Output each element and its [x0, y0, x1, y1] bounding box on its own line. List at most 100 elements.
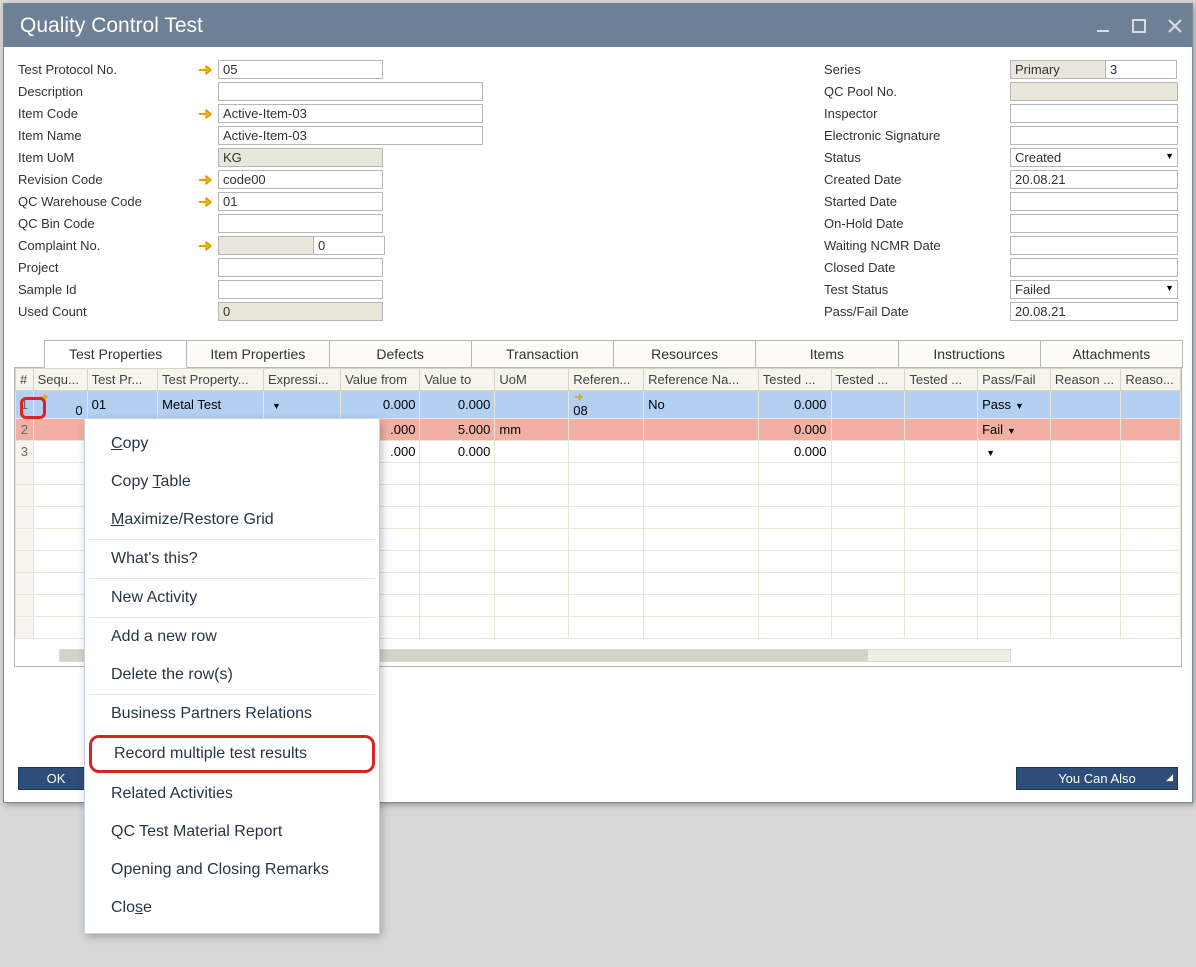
onhold-date-input[interactable] — [1010, 214, 1178, 233]
form-row: Started Date — [824, 191, 1178, 212]
test-protocol-no-input[interactable] — [218, 60, 383, 79]
menu-item-opening-and-closing-remarks[interactable]: Opening and Closing Remarks — [85, 851, 379, 889]
menu-item-new-activity[interactable]: New Activity — [85, 579, 379, 617]
form-row: Item Name — [18, 125, 483, 146]
series-no-input[interactable] — [1105, 60, 1177, 79]
tab-test-properties[interactable]: Test Properties — [44, 340, 187, 368]
link-arrow-icon[interactable] — [196, 239, 218, 253]
form-row: QC Warehouse Code — [18, 191, 483, 212]
tab-resources[interactable]: Resources — [613, 340, 756, 368]
form-row: Test Status — [824, 279, 1178, 300]
form-row: Electronic Signature — [824, 125, 1178, 146]
item-uom-input — [218, 148, 383, 167]
field-label: Item UoM — [18, 150, 196, 165]
qc-pool-input — [1010, 82, 1178, 101]
grid-header[interactable]: Tested ... — [831, 369, 905, 391]
tab-instructions[interactable]: Instructions — [898, 340, 1041, 368]
menu-item-delete-the-row-s-[interactable]: Delete the row(s) — [85, 656, 379, 694]
close-button[interactable] — [1166, 17, 1184, 35]
menu-item-qc-test-material-report[interactable]: QC Test Material Report — [85, 813, 379, 851]
qc-bin-input[interactable] — [218, 214, 383, 233]
menu-item-maximize-restore-grid[interactable]: Maximize/Restore Grid — [85, 501, 379, 539]
link-arrow-icon[interactable] — [196, 195, 218, 209]
form-row: Status — [824, 147, 1178, 168]
grid-header[interactable]: Referen... — [569, 369, 644, 391]
minimize-button[interactable] — [1094, 17, 1112, 35]
grid-header[interactable]: Value to — [420, 369, 495, 391]
field-label: Description — [18, 84, 196, 99]
pass-fail-date-input[interactable] — [1010, 302, 1178, 321]
started-date-input[interactable] — [1010, 192, 1178, 211]
link-arrow-icon[interactable] — [196, 173, 218, 187]
grid-header[interactable]: Reaso... — [1121, 369, 1181, 391]
complaint-no-input[interactable] — [313, 236, 385, 255]
esignature-input[interactable] — [1010, 126, 1178, 145]
revision-code-input[interactable] — [218, 170, 383, 189]
form-row: Waiting NCMR Date — [824, 235, 1178, 256]
tab-attachments[interactable]: Attachments — [1040, 340, 1183, 368]
field-label: QC Pool No. — [824, 84, 1010, 99]
closed-date-input[interactable] — [1010, 258, 1178, 277]
item-name-input[interactable] — [218, 126, 483, 145]
grid-header[interactable]: Pass/Fail — [978, 369, 1051, 391]
table-row[interactable]: 1001Metal Test▼0.0000.00008No0.000Pass▼ — [16, 391, 1181, 419]
grid-header[interactable]: UoM — [495, 369, 569, 391]
sample-id-input[interactable] — [218, 280, 383, 299]
grid-header[interactable]: Tested ... — [758, 369, 831, 391]
menu-item-related-activities[interactable]: Related Activities — [85, 775, 379, 813]
menu-item-close[interactable]: Close — [85, 889, 379, 927]
link-arrow-icon[interactable] — [573, 391, 639, 403]
grid-header[interactable]: Value from — [341, 369, 420, 391]
field-label: Sample Id — [18, 282, 196, 297]
menu-item-record-multiple-test-results[interactable]: Record multiple test results — [89, 735, 375, 773]
form-row: Item Code — [18, 103, 483, 124]
grid-header[interactable]: Test Pr... — [87, 369, 158, 391]
description-input[interactable] — [218, 82, 483, 101]
right-form: Series QC Pool No. Inspector Electronic Sig… — [824, 59, 1178, 322]
created-date-input[interactable] — [1010, 170, 1178, 189]
field-label: Revision Code — [18, 172, 196, 187]
grid-header[interactable]: # — [16, 369, 34, 391]
tab-defects[interactable]: Defects — [329, 340, 472, 368]
form-row: Created Date — [824, 169, 1178, 190]
complaint-code-input — [218, 236, 314, 255]
you-can-also-button[interactable]: You Can Also — [1016, 767, 1178, 790]
form-row: Description — [18, 81, 483, 102]
menu-item-copy-table[interactable]: Copy Table — [85, 463, 379, 501]
form-row: QC Bin Code — [18, 213, 483, 234]
window-controls — [1094, 17, 1184, 35]
grid-header[interactable]: Tested ... — [905, 369, 978, 391]
field-label: Inspector — [824, 106, 1010, 121]
link-arrow-icon[interactable] — [196, 63, 218, 77]
qc-warehouse-input[interactable] — [218, 192, 383, 211]
inspector-input[interactable] — [1010, 104, 1178, 123]
grid-header[interactable]: Sequ... — [33, 369, 87, 391]
menu-item-add-a-new-row[interactable]: Add a new row — [85, 618, 379, 656]
project-input[interactable] — [218, 258, 383, 277]
tab-items[interactable]: Items — [755, 340, 898, 368]
tab-transaction[interactable]: Transaction — [471, 340, 614, 368]
menu-item-what-s-this-[interactable]: What's this? — [85, 540, 379, 578]
ncmr-date-input[interactable] — [1010, 236, 1178, 255]
tab-item-properties[interactable]: Item Properties — [186, 340, 329, 368]
link-arrow-icon[interactable] — [196, 107, 218, 121]
grid-header[interactable]: Reason ... — [1050, 369, 1121, 391]
grid-header[interactable]: Reference Na... — [644, 369, 759, 391]
test-status-dropdown[interactable] — [1010, 280, 1178, 299]
field-label: QC Warehouse Code — [18, 194, 196, 209]
field-label: Series — [824, 62, 1010, 77]
form-row: Used Count — [18, 301, 483, 322]
link-arrow-icon[interactable] — [38, 391, 83, 403]
ok-button[interactable]: OK — [18, 767, 94, 790]
menu-item-copy[interactable]: Copy — [85, 425, 379, 463]
field-label: On-Hold Date — [824, 216, 1010, 231]
maximize-button[interactable] — [1130, 17, 1148, 35]
menu-item-business-partners-relations[interactable]: Business Partners Relations — [85, 695, 379, 733]
field-label: Created Date — [824, 172, 1010, 187]
grid-header[interactable]: Test Property... — [158, 369, 264, 391]
item-code-input[interactable] — [218, 104, 483, 123]
field-label: Pass/Fail Date — [824, 304, 1010, 319]
grid-header[interactable]: Expressi... — [263, 369, 340, 391]
status-dropdown[interactable] — [1010, 148, 1178, 167]
form-row: Complaint No. — [18, 235, 483, 256]
